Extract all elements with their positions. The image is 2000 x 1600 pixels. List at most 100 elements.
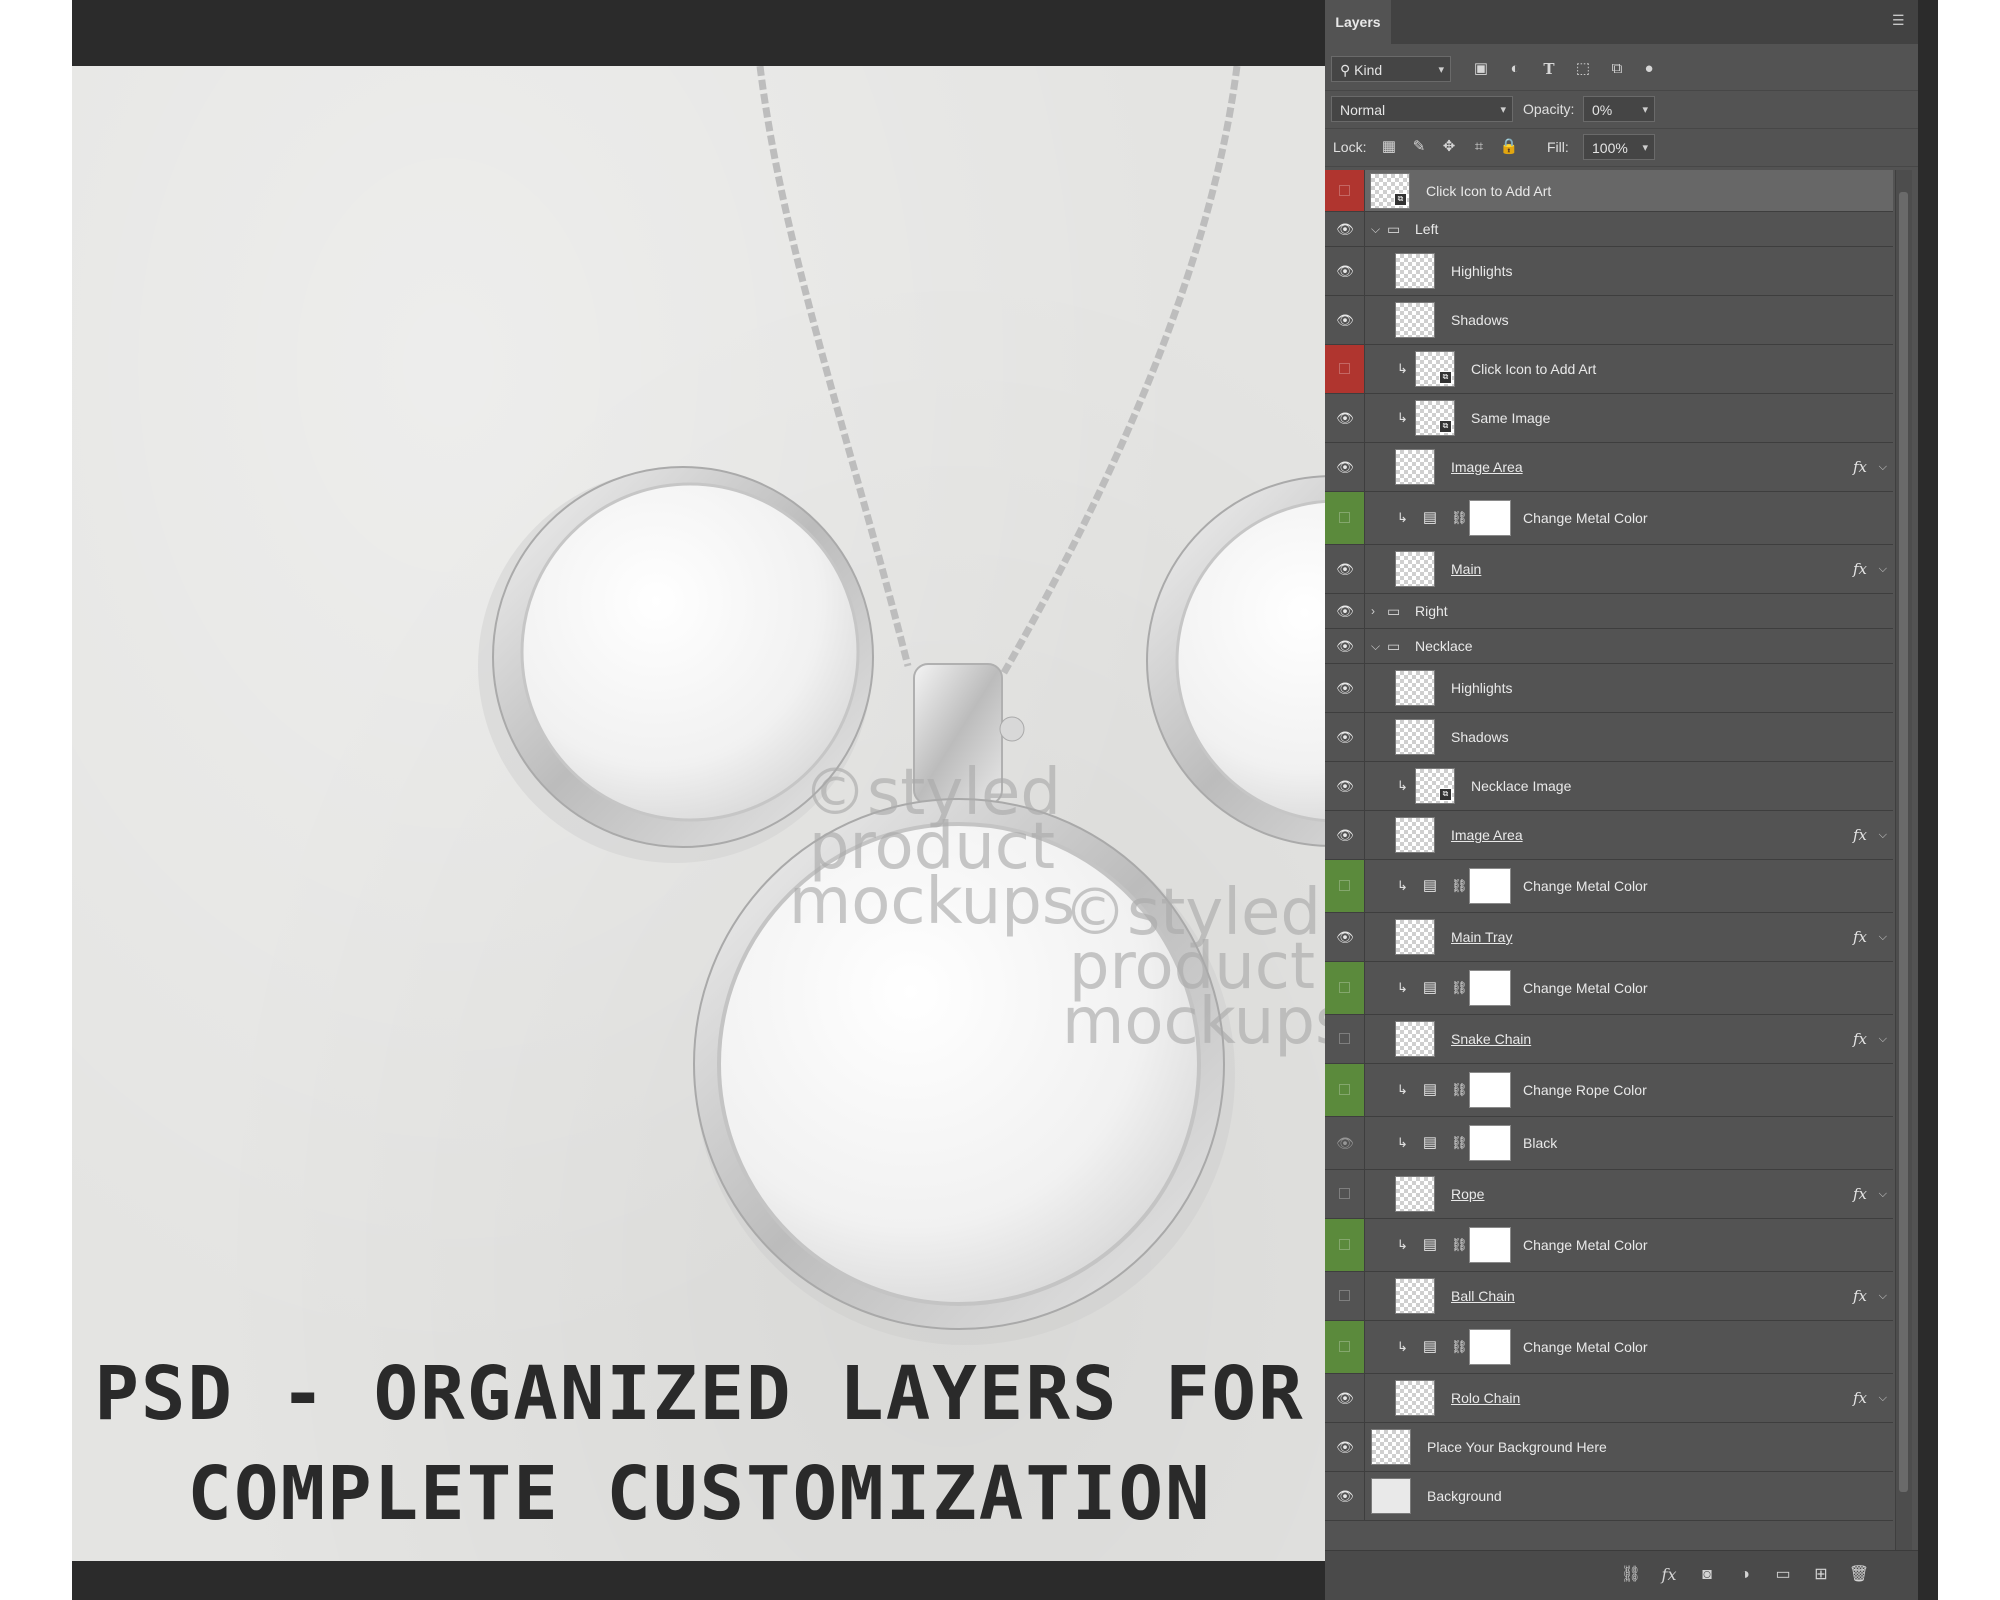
chevron-down-icon[interactable]: ⌵ [1879, 1031, 1887, 1047]
layer-mask-thumbnail[interactable] [1469, 500, 1511, 536]
visibility-toggle[interactable]: 👁 [1325, 811, 1365, 859]
layer-effects-icon[interactable]: fx [1853, 1388, 1871, 1408]
filter-toggle-icon[interactable]: ● [1639, 59, 1659, 79]
visibility-toggle[interactable]: 👁 [1325, 296, 1365, 344]
layer-thumbnail[interactable]: ⧉ [1415, 351, 1455, 387]
layer-thumbnail[interactable]: ⧉ [1370, 172, 1410, 209]
visibility-toggle[interactable]: 👁 [1325, 713, 1365, 761]
layer-name[interactable]: Black [1523, 1134, 1557, 1152]
layer-name[interactable]: Ball Chain [1451, 1287, 1515, 1305]
mask-link-icon[interactable]: ⛓ [1451, 1235, 1468, 1255]
layer-row[interactable]: 👁 Image Area fx ⌵ [1325, 443, 1893, 492]
mask-icon[interactable]: ◙ [1695, 1564, 1719, 1586]
layer-row[interactable]: 👁 Highlights [1325, 247, 1893, 296]
chevron-down-icon[interactable]: ⌵ [1879, 1390, 1887, 1406]
panel-menu-icon[interactable]: ☰ [1892, 13, 1910, 27]
layer-mask-thumbnail[interactable] [1469, 1329, 1511, 1365]
layer-row[interactable]: 👁 Image Area fx ⌵ [1325, 811, 1893, 860]
layer-row[interactable]: 👁 Main fx ⌵ [1325, 545, 1893, 594]
layer-mask-thumbnail[interactable] [1469, 970, 1511, 1006]
filter-shape-icon[interactable]: ⬚ [1573, 59, 1593, 79]
layer-thumbnail[interactable] [1395, 551, 1435, 587]
layer-name[interactable]: Highlights [1451, 262, 1512, 280]
layer-mask-thumbnail[interactable] [1469, 1125, 1511, 1161]
filter-kind-select[interactable]: ⚲ Kind ▾ [1331, 56, 1451, 82]
opacity-field[interactable]: 0% ▾ [1583, 96, 1655, 122]
layer-name[interactable]: Necklace [1415, 637, 1473, 655]
layer-thumbnail[interactable]: ⧉ [1415, 400, 1455, 436]
filter-smart-object-icon[interactable]: ⧉ [1607, 59, 1627, 79]
layer-row[interactable]: ↳ ▤ ⛓ Change Metal Color [1325, 860, 1893, 913]
visibility-toggle[interactable]: 👁 [1325, 545, 1365, 593]
layer-row[interactable]: Snake Chain fx ⌵ [1325, 1015, 1893, 1064]
layer-effects-icon[interactable]: fx [1853, 559, 1871, 579]
layer-row[interactable]: ↳ ▤ ⛓ Change Metal Color [1325, 962, 1893, 1015]
chevron-down-icon[interactable]: ⌵ [1879, 1288, 1887, 1304]
layer-row[interactable]: 👁 ⌵ ▭ Necklace [1325, 629, 1893, 664]
visibility-toggle[interactable]: 👁 [1325, 1374, 1365, 1422]
mask-link-icon[interactable]: ⛓ [1451, 508, 1468, 528]
visibility-toggle[interactable]: 👁 [1325, 247, 1365, 295]
visibility-toggle[interactable] [1325, 1321, 1365, 1373]
layer-name[interactable]: Background [1427, 1487, 1502, 1505]
mask-link-icon[interactable]: ⛓ [1451, 1080, 1468, 1100]
layer-row[interactable]: 👁 Background [1325, 1472, 1893, 1521]
layer-row[interactable]: Rope fx ⌵ [1325, 1170, 1893, 1219]
visibility-toggle[interactable]: 👁 [1325, 762, 1365, 810]
lock-artboard-icon[interactable]: ⌗ [1469, 137, 1489, 157]
chevron-down-icon[interactable]: ⌵ [1879, 459, 1887, 475]
lock-all-icon[interactable]: 🔒 [1499, 137, 1519, 157]
layer-row[interactable]: 👁 › ▭ Right [1325, 594, 1893, 629]
layer-name[interactable]: Click Icon to Add Art [1471, 360, 1596, 378]
layer-row[interactable]: ↳ ▤ ⛓ Change Rope Color [1325, 1064, 1893, 1117]
layer-list-scrollbar[interactable] [1895, 170, 1912, 1550]
layer-effects-icon[interactable]: fx [1853, 825, 1871, 845]
visibility-toggle[interactable] [1325, 1272, 1365, 1320]
layer-name[interactable]: Image Area [1451, 458, 1523, 476]
visibility-toggle[interactable] [1325, 860, 1365, 912]
visibility-toggle[interactable]: 👁 [1325, 913, 1365, 961]
visibility-toggle[interactable] [1325, 492, 1365, 544]
layer-thumbnail[interactable] [1395, 1278, 1435, 1314]
filter-pixel-icon[interactable]: ▣ [1471, 59, 1491, 79]
link-layers-icon[interactable]: ⛓ [1619, 1564, 1643, 1586]
layer-thumbnail[interactable]: ⧉ [1415, 768, 1455, 804]
layer-row[interactable]: 👁 Place Your Background Here [1325, 1423, 1893, 1472]
layer-thumbnail[interactable] [1395, 1021, 1435, 1057]
layer-name[interactable]: Change Metal Color [1523, 1236, 1648, 1254]
new-group-icon[interactable]: ▭ [1771, 1564, 1795, 1586]
layer-name[interactable]: Change Rope Color [1523, 1081, 1647, 1099]
layer-thumbnail[interactable] [1395, 1176, 1435, 1212]
layer-row[interactable]: 👁 ↳ ⧉ Necklace Image [1325, 762, 1893, 811]
layer-name[interactable]: Main [1451, 560, 1481, 578]
visibility-toggle[interactable]: 👁 [1325, 394, 1365, 442]
lock-brush-icon[interactable]: ✎ [1409, 137, 1429, 157]
fill-field[interactable]: 100% ▾ [1583, 134, 1655, 160]
layer-effects-icon[interactable]: fx [1853, 457, 1871, 477]
visibility-toggle[interactable] [1325, 1219, 1365, 1271]
layer-name[interactable]: Snake Chain [1451, 1030, 1531, 1048]
chevron-down-icon[interactable]: ⌵ [1879, 561, 1887, 577]
layer-thumbnail[interactable] [1371, 1478, 1411, 1514]
layer-name[interactable]: Click Icon to Add Art [1426, 182, 1551, 200]
layer-row[interactable]: 👁 Rolo Chain fx ⌵ [1325, 1374, 1893, 1423]
layer-effects-icon[interactable]: fx [1853, 927, 1871, 947]
layer-name[interactable]: Shadows [1451, 728, 1509, 746]
layer-effects-icon[interactable]: fx [1853, 1286, 1871, 1306]
layer-name[interactable]: Same Image [1471, 409, 1550, 427]
layer-mask-thumbnail[interactable] [1469, 1072, 1511, 1108]
layer-name[interactable]: Change Metal Color [1523, 509, 1648, 527]
layer-name[interactable]: Place Your Background Here [1427, 1438, 1607, 1456]
visibility-toggle[interactable]: 👁 [1325, 212, 1365, 246]
adjustment-icon[interactable]: ◑ [1733, 1564, 1757, 1586]
new-layer-icon[interactable]: ⊞ [1809, 1564, 1833, 1586]
trash-icon[interactable]: 🗑 [1847, 1564, 1871, 1586]
layer-name[interactable]: Highlights [1451, 679, 1512, 697]
visibility-toggle[interactable]: 👁 [1325, 594, 1365, 628]
layer-thumbnail[interactable] [1395, 1380, 1435, 1416]
visibility-toggle[interactable]: 👁 [1325, 1423, 1365, 1471]
layer-effects-icon[interactable]: fx [1853, 1029, 1871, 1049]
tab-layers[interactable]: Layers [1325, 0, 1391, 44]
mask-link-icon[interactable]: ⛓ [1451, 1133, 1468, 1153]
chevron-right-icon[interactable]: › [1371, 603, 1383, 619]
